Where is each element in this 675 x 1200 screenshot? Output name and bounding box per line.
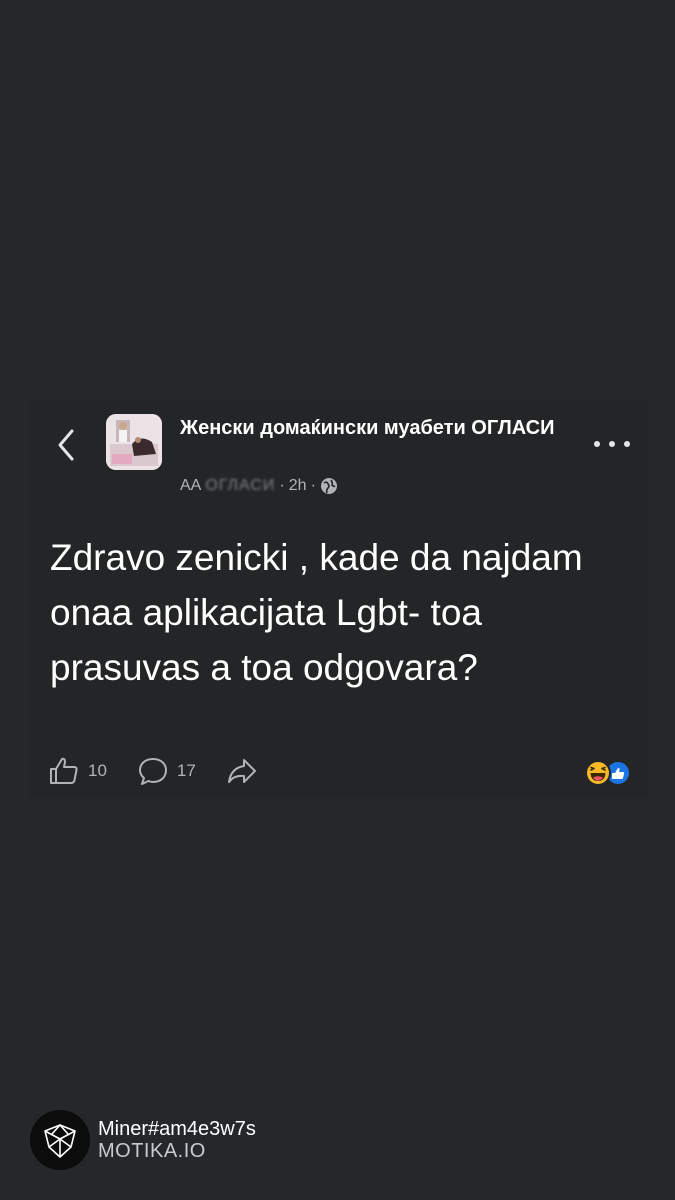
chevron-left-icon <box>58 429 74 461</box>
more-dot-icon <box>594 441 600 447</box>
back-button[interactable] <box>56 428 76 462</box>
comment-icon <box>138 758 167 785</box>
share-arrow-icon <box>227 759 256 783</box>
author-name-blurred: ОГЛАСИ <box>205 477 276 494</box>
watermark: Miner#am4e3w7s MOTIKA.IO <box>30 1110 256 1170</box>
more-dot-icon <box>624 441 630 447</box>
motika-logo-icon <box>30 1110 90 1170</box>
post-text: Zdravo zenicki , kade da najdam onaa apl… <box>50 537 583 688</box>
reactions-summary[interactable] <box>584 760 632 786</box>
comment-count: 17 <box>176 761 196 780</box>
watermark-handle: Miner#am4e3w7s <box>98 1118 256 1140</box>
share-button[interactable] <box>226 756 258 786</box>
reactions-icons <box>585 760 631 786</box>
comment-button[interactable]: 17 <box>137 756 196 786</box>
globe-icon <box>320 478 337 494</box>
post-meta: AA ОГЛАСИ · 2h · <box>180 476 338 496</box>
post-actions: 10 17 <box>48 754 258 788</box>
group-photo-icon <box>106 414 162 470</box>
more-options-button[interactable] <box>594 434 630 454</box>
laughing-face-icon <box>585 760 611 786</box>
thumbs-up-icon <box>50 757 78 784</box>
meta-separator: · <box>279 477 285 494</box>
author-name[interactable]: AA <box>180 477 201 495</box>
watermark-text: Miner#am4e3w7s MOTIKA.IO <box>98 1118 256 1162</box>
post-card: Женски домаќински муабети ОГЛАСИ AA ОГЛА… <box>28 400 648 798</box>
watermark-site: MOTIKA.IO <box>98 1140 206 1162</box>
like-count: 10 <box>88 761 107 780</box>
post-time[interactable]: 2h <box>289 477 307 495</box>
more-dot-icon <box>609 441 615 447</box>
group-avatar[interactable] <box>106 414 162 470</box>
group-name[interactable]: Женски домаќински муабети ОГЛАСИ <box>180 414 560 442</box>
meta-separator: · <box>310 477 316 494</box>
like-button[interactable]: 10 <box>48 756 107 786</box>
